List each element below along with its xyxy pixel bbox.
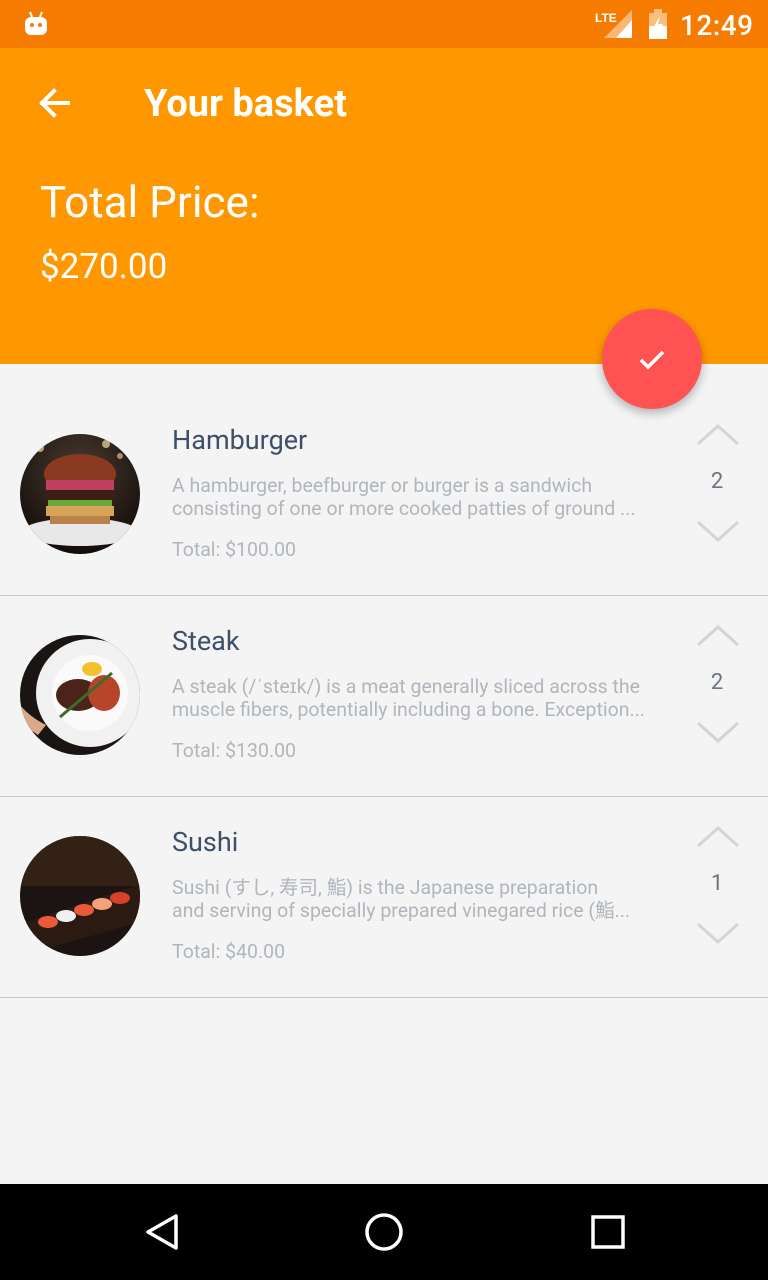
check-icon: [639, 350, 665, 370]
increase-quantity-chevron-up-icon[interactable]: [696, 623, 740, 649]
sushi-photo: [20, 836, 140, 956]
list-item: Sushi Sushi (すし, 寿司, 鮨) is the Japanese …: [0, 796, 768, 998]
list-item: Hamburger A hamburger, beefburger or bur…: [0, 394, 768, 596]
hamburger-photo: [20, 434, 140, 554]
status-bar: LTE 12:49: [0, 0, 768, 48]
item-quantity: 2: [710, 469, 724, 494]
item-total: Total: $130.00: [172, 739, 296, 762]
total-price-value: $270.00: [40, 246, 168, 287]
decrease-quantity-chevron-down-icon[interactable]: [696, 920, 740, 946]
system-navigation-bar: [0, 1184, 768, 1280]
back-triangle-icon[interactable]: [140, 1210, 184, 1254]
item-quantity: 1: [710, 871, 724, 896]
item-name: Hamburger: [172, 424, 308, 456]
lte-signal-icon: LTE: [595, 10, 632, 38]
back-arrow-icon[interactable]: [34, 82, 76, 124]
svg-text:LTE: LTE: [595, 11, 617, 25]
home-circle-icon[interactable]: [362, 1210, 406, 1254]
page-title: Your basket: [144, 82, 347, 126]
item-name: Steak: [172, 625, 240, 657]
increase-quantity-chevron-up-icon[interactable]: [696, 422, 740, 448]
clock: 12:49: [680, 9, 754, 42]
decrease-quantity-chevron-down-icon[interactable]: [696, 518, 740, 544]
recents-square-icon[interactable]: [586, 1210, 630, 1254]
item-name: Sushi: [172, 826, 239, 858]
increase-quantity-chevron-up-icon[interactable]: [696, 824, 740, 850]
steak-photo: [20, 635, 140, 755]
item-description: Sushi (すし, 寿司, 鮨) is the Japanese prepar…: [172, 876, 630, 922]
item-quantity: 2: [710, 670, 724, 695]
item-description: A hamburger, beefburger or burger is a s…: [172, 474, 636, 520]
decrease-quantity-chevron-down-icon[interactable]: [696, 719, 740, 745]
item-total: Total: $40.00: [172, 940, 286, 963]
battery-icon: [649, 9, 667, 39]
total-price-label: Total Price:: [40, 176, 260, 228]
item-description: A steak (/ˈsteɪk/) is a meat generally s…: [172, 675, 645, 721]
android-icon: [25, 11, 47, 35]
item-total: Total: $100.00: [172, 538, 296, 561]
list-item: Steak A steak (/ˈsteɪk/) is a meat gener…: [0, 595, 768, 797]
